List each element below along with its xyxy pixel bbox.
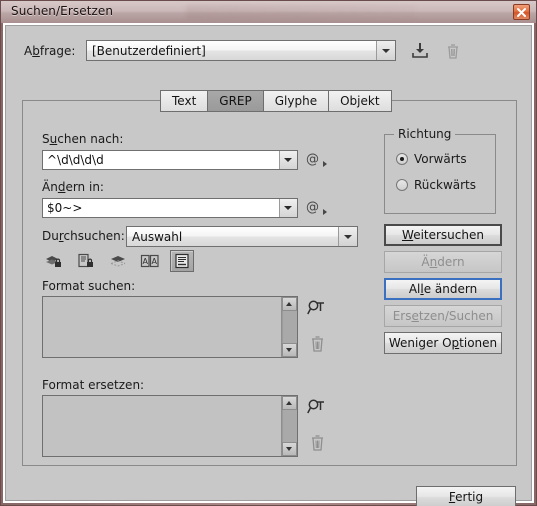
clear-find-format-icon[interactable] xyxy=(307,334,329,354)
find-what-value: ^\d\d\d\d xyxy=(47,153,104,167)
tab-glyphe[interactable]: Glyphe xyxy=(262,90,329,112)
change-find-button: Ersetzen/Suchen xyxy=(384,305,502,327)
change-all-button[interactable]: Alle ändern xyxy=(384,278,502,300)
change-to-value: $0~> xyxy=(47,201,83,215)
find-next-button[interactable]: Weitersuchen xyxy=(384,224,502,246)
include-locked-layers-icon[interactable] xyxy=(42,250,66,272)
fewer-options-button[interactable]: Weniger Optionen xyxy=(384,332,502,354)
find-what-label: Suchen nach: xyxy=(42,132,124,146)
include-hidden-layers-icon[interactable] xyxy=(106,250,130,272)
tab-grep[interactable]: GREP xyxy=(207,90,263,112)
scrollbar-track[interactable] xyxy=(282,311,297,343)
direction-groupbox xyxy=(384,134,496,214)
titlebar-ghost-artifact xyxy=(186,5,416,19)
search-scope-dropdown[interactable]: Auswahl xyxy=(126,226,358,247)
scroll-down-icon[interactable] xyxy=(282,442,297,456)
scroll-up-icon[interactable] xyxy=(282,396,297,410)
radio-backward-label: Rückwärts xyxy=(414,178,477,192)
change-special-character-icon[interactable]: @ xyxy=(306,199,328,217)
change-to-input[interactable]: $0~> xyxy=(42,198,298,218)
replace-format-scrollbar[interactable] xyxy=(281,396,297,456)
chevron-down-icon[interactable] xyxy=(338,227,357,246)
radio-forward[interactable]: Vorwärts xyxy=(396,152,467,166)
scrollbar-track[interactable] xyxy=(282,410,297,442)
tab-text[interactable]: Text xyxy=(160,90,208,112)
scope-toggle-row: A A xyxy=(42,250,194,272)
scroll-up-icon[interactable] xyxy=(282,297,297,311)
radio-forward-label: Vorwärts xyxy=(414,152,467,166)
replace-format-box[interactable] xyxy=(42,395,298,457)
chevron-down-icon[interactable] xyxy=(279,199,297,217)
tab-objekt[interactable]: Objekt xyxy=(328,90,392,112)
chevron-down-icon[interactable] xyxy=(376,41,395,60)
svg-text:A: A xyxy=(151,257,157,266)
find-format-label: Format suchen: xyxy=(42,279,136,293)
chevron-down-icon[interactable] xyxy=(279,151,297,169)
replace-format-settings-icon[interactable] xyxy=(306,397,328,417)
radio-backward[interactable]: Rückwärts xyxy=(396,178,476,192)
search-scope-label: Durchsuchen: xyxy=(42,229,125,243)
replace-format-label: Format ersetzen: xyxy=(42,378,145,392)
done-button[interactable]: Fertig xyxy=(416,486,516,506)
close-icon[interactable] xyxy=(513,4,530,20)
find-format-scrollbar[interactable] xyxy=(281,297,297,357)
query-dropdown[interactable]: [Benutzerdefiniert] xyxy=(86,40,396,61)
save-query-icon[interactable] xyxy=(409,41,431,61)
find-what-input[interactable]: ^\d\d\d\d xyxy=(42,150,298,170)
at-glyph: @ xyxy=(306,152,319,167)
triangle-icon xyxy=(323,161,327,167)
find-change-dialog-window: Suchen/Ersetzen Abfrage: [Benutzerdefini… xyxy=(0,0,537,506)
include-master-pages-icon[interactable]: A A xyxy=(138,250,162,272)
find-format-box[interactable] xyxy=(42,296,298,358)
radio-unselected-icon xyxy=(396,179,408,191)
clear-replace-format-icon[interactable] xyxy=(307,433,329,453)
find-format-settings-icon[interactable] xyxy=(306,298,328,318)
trash-icon[interactable] xyxy=(442,41,464,61)
query-label: Abfrage: xyxy=(24,44,76,58)
change-button: Ändern xyxy=(384,251,502,273)
query-dropdown-value: [Benutzerdefiniert] xyxy=(92,44,206,58)
direction-legend: Richtung xyxy=(394,127,456,141)
triangle-icon xyxy=(323,209,327,215)
include-footnotes-icon[interactable] xyxy=(170,250,194,272)
window-title: Suchen/Ersetzen xyxy=(11,4,114,18)
title-bar[interactable]: Suchen/Ersetzen xyxy=(1,1,536,23)
mode-tabs: Text GREP Glyphe Objekt xyxy=(160,90,392,112)
find-special-character-icon[interactable]: @ xyxy=(306,151,328,169)
change-to-label: Ändern in: xyxy=(42,180,104,194)
radio-selected-icon xyxy=(396,153,408,165)
search-scope-value: Auswahl xyxy=(132,230,183,244)
scroll-down-icon[interactable] xyxy=(282,343,297,357)
include-locked-stories-icon[interactable] xyxy=(74,250,98,272)
dialog-body: Abfrage: [Benutzerdefiniert] Text GREP G… xyxy=(5,25,532,506)
at-glyph: @ xyxy=(306,200,319,215)
svg-text:A: A xyxy=(142,257,148,266)
query-row: Abfrage: [Benutzerdefiniert] xyxy=(24,40,504,62)
